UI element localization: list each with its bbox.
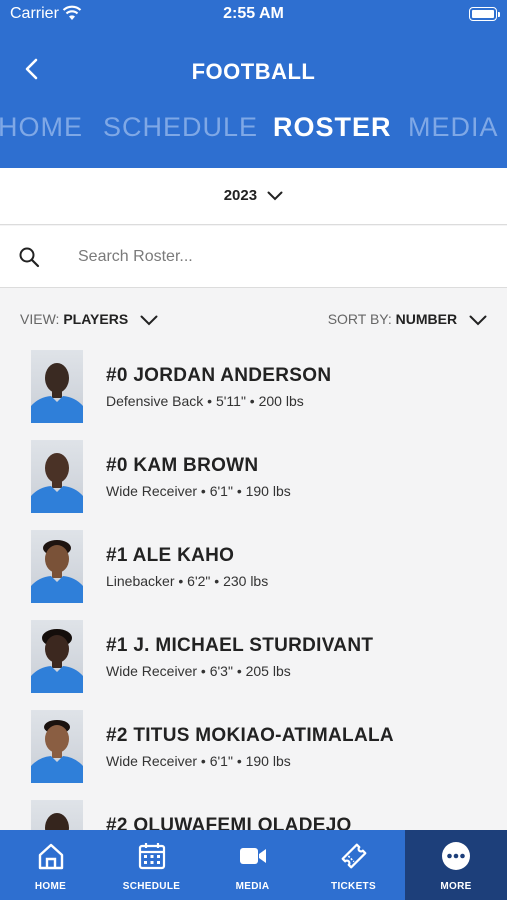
tabbar-more[interactable]: MORE xyxy=(405,830,507,900)
player-name: #0 KAM BROWN xyxy=(106,455,259,476)
player-details: Wide Receiver • 6'3" • 205 lbs xyxy=(106,663,291,679)
view-value: PLAYERS xyxy=(63,311,129,327)
roster-row[interactable]: #0 KAM BROWN Wide Receiver • 6'1" • 190 … xyxy=(0,435,507,525)
year-selector[interactable]: 2023 xyxy=(0,168,507,225)
search-bar xyxy=(0,226,507,288)
roster-row[interactable]: #1 ALE KAHO Linebacker • 6'2" • 230 lbs xyxy=(0,525,507,615)
page-title: FOOTBALL xyxy=(191,59,316,84)
chevron-down-icon xyxy=(469,315,487,326)
bottom-tab-bar: HOME SCHEDULE MEDIA TICKETS MORE xyxy=(0,830,507,900)
tabbar-media[interactable]: MEDIA xyxy=(202,830,303,900)
tabbar-schedule[interactable]: SCHEDULE xyxy=(101,830,202,900)
status-bar: Carrier 2:55 AM xyxy=(0,0,507,30)
player-photo xyxy=(31,530,83,603)
search-input[interactable] xyxy=(78,242,488,272)
player-photo xyxy=(31,710,83,783)
sort-value: NUMBER xyxy=(395,311,458,327)
tabbar-more-label: MORE xyxy=(440,881,472,892)
player-details: Wide Receiver • 6'1" • 190 lbs xyxy=(106,753,291,769)
tab-roster[interactable]: ROSTER xyxy=(273,112,392,143)
year-value: 2023 xyxy=(223,187,258,204)
status-time: 2:55 AM xyxy=(223,5,284,22)
player-name: #0 JORDAN ANDERSON xyxy=(106,365,332,386)
tabbar-schedule-label: SCHEDULE xyxy=(122,881,181,892)
ticket-icon xyxy=(341,843,366,869)
tab-home[interactable]: HOME xyxy=(0,112,83,143)
player-details: Defensive Back • 5'11" • 200 lbs xyxy=(106,393,304,409)
home-icon xyxy=(38,843,63,870)
tabbar-tickets-label: TICKETS xyxy=(331,881,376,892)
tab-schedule[interactable]: SCHEDULE xyxy=(103,112,258,143)
player-name: #2 TITUS MOKIAO-ATIMALALA xyxy=(106,725,394,746)
player-name: #1 J. MICHAEL STURDIVANT xyxy=(106,635,374,656)
player-name: #1 ALE KAHO xyxy=(106,545,235,566)
calendar-icon xyxy=(138,843,165,870)
view-label: VIEW: xyxy=(20,311,60,327)
app-header: Carrier 2:55 AM FOOTBALL HOME SCHEDULE R… xyxy=(0,0,507,168)
roster-row[interactable]: #0 JORDAN ANDERSON Defensive Back • 5'11… xyxy=(0,345,507,435)
filter-row: VIEW: PLAYERS SORT BY: NUMBER xyxy=(0,300,507,336)
tabbar-media-label: MEDIA xyxy=(235,881,270,892)
chevron-down-icon xyxy=(267,191,283,201)
player-details: Wide Receiver • 6'1" • 190 lbs xyxy=(106,483,291,499)
player-photo xyxy=(31,440,83,513)
search-icon xyxy=(19,247,40,268)
more-icon xyxy=(442,842,470,870)
player-photo xyxy=(31,350,83,423)
sort-dropdown[interactable]: SORT BY: NUMBER xyxy=(328,311,487,327)
tab-media[interactable]: MEDIA xyxy=(408,112,499,143)
roster-screen: Carrier 2:55 AM FOOTBALL HOME SCHEDULE R… xyxy=(0,0,507,900)
tabbar-home[interactable]: HOME xyxy=(0,830,101,900)
roster-row[interactable]: #2 TITUS MOKIAO-ATIMALALA Wide Receiver … xyxy=(0,705,507,795)
battery-icon xyxy=(469,7,500,21)
roster-row[interactable]: #1 J. MICHAEL STURDIVANT Wide Receiver •… xyxy=(0,615,507,705)
chevron-down-icon xyxy=(140,315,158,326)
section-tabs: HOME SCHEDULE ROSTER MEDIA xyxy=(0,112,507,152)
tabbar-tickets[interactable]: TICKETS xyxy=(303,830,404,900)
video-camera-icon xyxy=(239,848,266,864)
player-photo xyxy=(31,620,83,693)
tabbar-home-label: HOME xyxy=(34,881,67,892)
sort-label: SORT BY: xyxy=(327,311,392,327)
player-details: Linebacker • 6'2" • 230 lbs xyxy=(106,573,269,589)
view-dropdown[interactable]: VIEW: PLAYERS xyxy=(20,311,158,327)
